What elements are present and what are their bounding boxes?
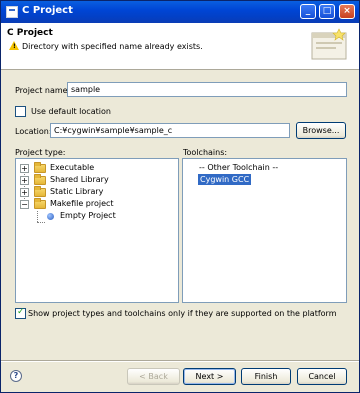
use-default-location-label[interactable]: Use default location bbox=[31, 107, 111, 116]
header-message: Directory with specified name already ex… bbox=[22, 42, 203, 51]
folder-icon bbox=[34, 162, 46, 173]
project-name-label: Project name: bbox=[15, 86, 71, 95]
toolchains-label: Toolchains: bbox=[183, 148, 228, 157]
wizard-header: C Project ! Directory with specified nam… bbox=[1, 23, 359, 70]
title-bar[interactable]: C Project _ □ × bbox=[1, 1, 359, 23]
toolchain-item-cygwin-gcc[interactable]: Cygwin GCC bbox=[198, 174, 252, 185]
expand-icon[interactable]: + bbox=[20, 176, 29, 185]
platform-filter-label[interactable]: Show project types and toolchains only i… bbox=[28, 309, 337, 318]
platform-filter-checkbox[interactable] bbox=[15, 307, 26, 319]
button-bar-separator bbox=[1, 360, 359, 362]
project-type-label: Project type: bbox=[15, 148, 66, 157]
use-default-location-checkbox[interactable] bbox=[15, 106, 26, 117]
browse-button[interactable]: Browse... bbox=[296, 122, 346, 139]
window-title: C Project bbox=[22, 5, 73, 16]
expand-icon[interactable]: + bbox=[20, 164, 29, 173]
toolchain-item-other[interactable]: -- Other Toolchain -- bbox=[199, 162, 278, 173]
finish-button[interactable]: Finish bbox=[241, 368, 291, 385]
wizard-banner-icon bbox=[311, 28, 347, 60]
expand-icon[interactable]: + bbox=[20, 188, 29, 197]
toolchains-list[interactable]: -- Other Toolchain -- Cygwin GCC bbox=[182, 158, 347, 303]
tree-item-label: Makefile project bbox=[50, 199, 114, 208]
warning-mark: ! bbox=[13, 43, 16, 50]
collapse-icon[interactable]: − bbox=[20, 200, 29, 209]
close-button[interactable]: × bbox=[339, 4, 355, 19]
folder-icon bbox=[34, 174, 46, 185]
tree-item-label: Shared Library bbox=[50, 175, 109, 184]
app-icon bbox=[6, 6, 18, 18]
location-input[interactable]: C:¥cygwin¥sample¥sample_c bbox=[50, 123, 290, 138]
header-title: C Project bbox=[7, 28, 53, 38]
tree-item-label: Executable bbox=[50, 163, 95, 172]
tree-item-shared-library[interactable]: + Shared Library bbox=[20, 174, 170, 186]
project-bullet-icon bbox=[47, 213, 54, 220]
open-folder-icon bbox=[34, 198, 46, 209]
c-project-dialog: C Project _ □ × C Project ! Directory wi… bbox=[0, 0, 360, 393]
tree-item-label: Empty Project bbox=[60, 211, 116, 220]
back-button[interactable]: < Back bbox=[127, 368, 180, 385]
help-icon[interactable]: ? bbox=[10, 370, 22, 382]
next-button[interactable]: Next > bbox=[183, 368, 236, 385]
tree-connector bbox=[37, 222, 45, 223]
folder-icon bbox=[34, 186, 46, 197]
tree-item-makefile-project[interactable]: − Makefile project bbox=[20, 198, 170, 210]
tree-item-static-library[interactable]: + Static Library bbox=[20, 186, 170, 198]
maximize-button[interactable]: □ bbox=[319, 4, 335, 19]
project-type-tree[interactable]: + Executable + Shared Library + Static L… bbox=[15, 158, 179, 303]
tree-item-executable[interactable]: + Executable bbox=[20, 162, 170, 174]
tree-item-label: Static Library bbox=[50, 187, 104, 196]
tree-item-empty-project[interactable]: Empty Project bbox=[20, 210, 170, 222]
location-label: Location: bbox=[15, 127, 52, 136]
minimize-button[interactable]: _ bbox=[300, 4, 316, 19]
project-name-input[interactable]: sample bbox=[67, 82, 347, 97]
cancel-button[interactable]: Cancel bbox=[297, 368, 347, 385]
